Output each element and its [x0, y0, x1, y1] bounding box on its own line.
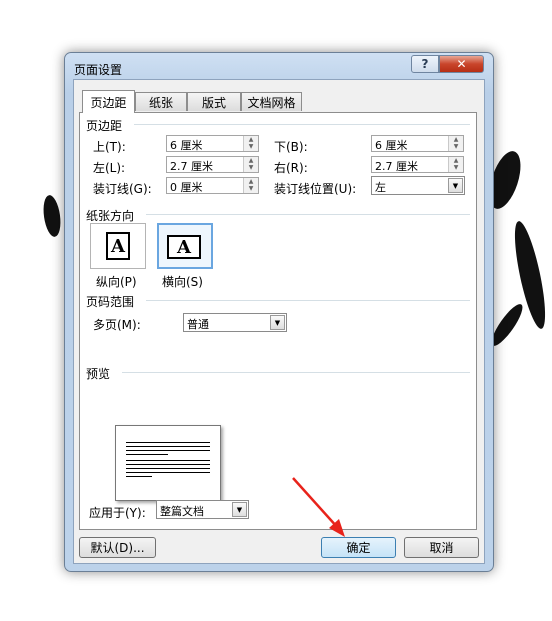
tab-margins[interactable]: 页边距	[82, 90, 135, 113]
annotation-arrow-shaft	[292, 477, 339, 529]
